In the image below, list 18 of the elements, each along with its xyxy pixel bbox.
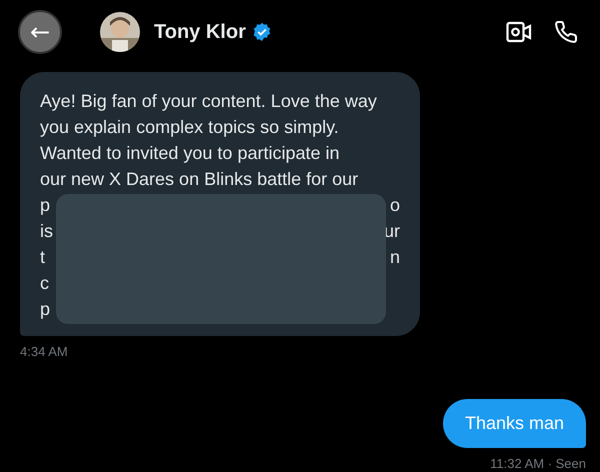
back-button[interactable]: ← — [18, 10, 62, 54]
message-text: p — [40, 194, 50, 217]
message-status: 11:32 AM · Seen — [490, 456, 586, 471]
message-text: t — [40, 246, 46, 269]
message-text: p — [40, 298, 50, 321]
phone-call-button[interactable] — [554, 20, 578, 44]
message-text: c — [40, 272, 49, 295]
message-text: Thanks man — [464, 413, 564, 433]
message-text: our new X Dares on Blinks battle for our — [40, 168, 360, 191]
message-time: 4:34 AM — [20, 344, 68, 359]
video-call-button[interactable] — [506, 21, 532, 43]
message-text: Aye! Big fan of your content. Love the way — [40, 90, 378, 113]
message-text: o — [390, 194, 400, 217]
contact-name: Tony Klor — [154, 20, 246, 44]
message-text: you explain complex topics so simply. — [40, 116, 340, 139]
message-text: Wanted to invited you to participate in — [40, 142, 341, 165]
message-text: is — [40, 220, 53, 243]
message-text: n — [390, 246, 400, 269]
